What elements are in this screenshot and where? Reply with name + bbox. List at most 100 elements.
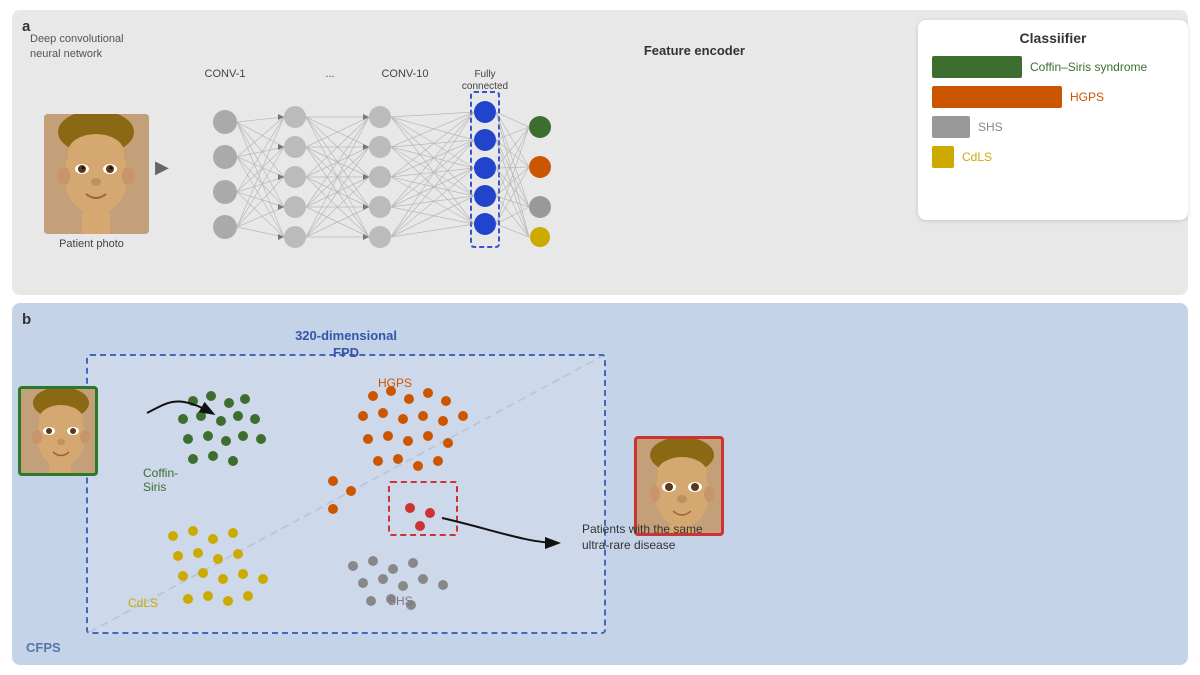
dot-coffin-siris [188,454,198,464]
dot-coffin-siris [238,431,248,441]
patient-photo-section: Patient photo [34,84,149,250]
syndrome-cdls: CdLS [932,146,1174,168]
coffin-siris-label: Coffin–Siris syndrome [1030,60,1147,74]
dot-shs [366,596,376,606]
coffin-siris-scatter-label: Coffin-Siris [143,466,178,494]
dot-coffin-siris [208,451,218,461]
dot-cdls [258,574,268,584]
dot-hgps [443,438,453,448]
svg-text:CONV-10: CONV-10 [381,68,428,80]
shs-scatter-label: SHS [388,594,413,608]
dot-cdls [243,591,253,601]
dot-hgps [368,391,378,401]
svg-text:connected: connected [462,81,508,92]
dot-hgps [358,411,368,421]
conv1-text: CONV-1 [204,68,245,80]
dot-cdls [223,596,233,606]
dot-hgps [373,456,383,466]
dot-hgps [378,408,388,418]
dot-cdls [213,554,223,564]
syndrome-hgps: HGPS [932,86,1174,108]
dot-cdls [238,569,248,579]
dot-coffin-siris [203,431,213,441]
dot-hgps [433,456,443,466]
dot-hgps [458,411,468,421]
dot-shs [438,580,448,590]
dot-cdls [173,551,183,561]
cdls-scatter-label: CdLS [128,596,158,610]
patient-photo-box [44,114,149,234]
svg-text:Fully: Fully [474,69,495,80]
syndrome-coffin-siris: Coffin–Siris syndrome [932,56,1174,78]
patient-photo-b-left [18,386,98,476]
dot-shs [408,558,418,568]
cdls-bar [932,146,954,168]
dot-cdls [178,571,188,581]
dot-coffin-siris [206,391,216,401]
dot-hgps [423,431,433,441]
cfps-label: CFPS [26,640,61,655]
dot-cdls [208,534,218,544]
main-container: a Deep convolutional neural network [0,0,1200,675]
dot-rare-disease [415,521,425,531]
dot-coffin-siris [178,414,188,424]
dot-cdls [203,591,213,601]
dot-hgps [328,504,338,514]
dot-rare-disease [425,508,435,518]
dot-rare-disease [405,503,415,513]
dot-cdls [183,594,193,604]
hgps-bar [932,86,1062,108]
dot-hgps [438,416,448,426]
dot-cdls [193,548,203,558]
coffin-siris-bar [932,56,1022,78]
shs-bar [932,116,970,138]
dot-shs [398,581,408,591]
dot-coffin-siris [188,396,198,406]
classifier-title: Classiifier [932,30,1174,46]
dot-hgps [413,461,423,471]
dot-coffin-siris [224,398,234,408]
dot-coffin-siris [256,434,266,444]
dot-coffin-siris [183,434,193,444]
classifier-box: Classiifier Coffin–Siris syndrome HGPS S… [918,20,1188,220]
network-diagram-svg: CONV-1 ... CONV-10 Fully connected [175,62,595,282]
dot-hgps [403,436,413,446]
panel-b: b CFPS 320-dimensional FPD [12,303,1188,665]
dot-cdls [233,549,243,559]
fpd-title: 320-dimensional FPD [295,328,397,362]
dot-cdls [188,526,198,536]
dot-coffin-siris [196,411,206,421]
dot-coffin-siris [221,436,231,446]
dot-shs [378,574,388,584]
dot-shs [418,574,428,584]
cdls-label: CdLS [962,150,992,164]
dot-shs [368,556,378,566]
dot-hgps [441,396,451,406]
dot-cdls [198,568,208,578]
panel-b-label: b [22,311,31,328]
dot-hgps [393,454,403,464]
dot-hgps [398,414,408,424]
patient-photo-b-right [634,436,724,536]
dot-shs [348,561,358,571]
dot-cdls [228,528,238,538]
dot-coffin-siris [250,414,260,424]
dcnn-label: Deep convolutional neural network [30,32,124,63]
dot-hgps [346,486,356,496]
hgps-label: HGPS [1070,90,1104,104]
dot-hgps [383,431,393,441]
dot-coffin-siris [216,416,226,426]
red-dashed-cluster-box [388,481,458,536]
dot-shs [358,578,368,588]
dot-cdls [218,574,228,584]
dot-hgps [423,388,433,398]
dot-coffin-siris [240,394,250,404]
svg-text:...: ... [325,68,334,80]
dot-hgps [328,476,338,486]
patient-face-svg [44,114,149,234]
dot-coffin-siris [233,411,243,421]
arrow-photo-to-network: ▶ [155,157,169,178]
patient-photo-label: Patient photo [59,238,124,250]
dot-coffin-siris [228,456,238,466]
hgps-scatter-label: HGPS [378,376,412,390]
